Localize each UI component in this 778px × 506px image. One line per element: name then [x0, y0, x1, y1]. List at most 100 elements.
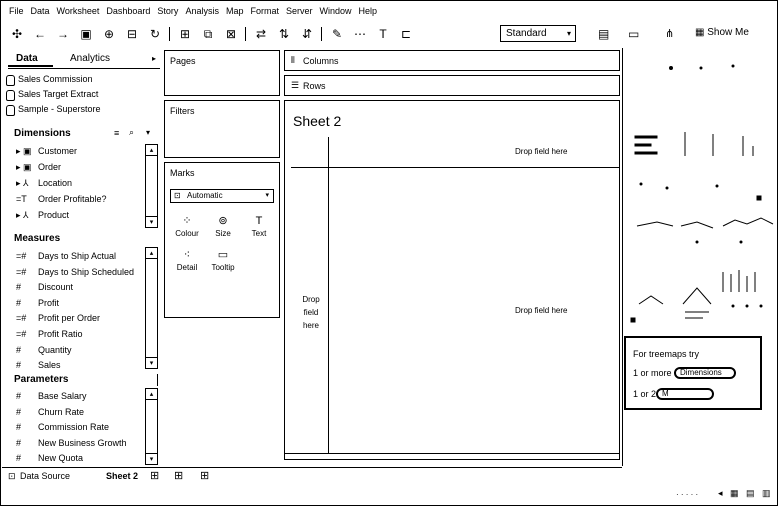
- dimensions-scrollbar[interactable]: ▴ ▾: [145, 144, 158, 228]
- sheet-2-tab[interactable]: Sheet 2: [106, 471, 138, 481]
- tooltip-button[interactable]: ▭ Tooltip: [207, 247, 239, 277]
- field-item[interactable]: Days to Ship Scheduled: [38, 267, 134, 277]
- fit-dropdown[interactable]: Standard ▾: [500, 25, 576, 42]
- tableau-logo-icon[interactable]: ✣: [9, 26, 25, 42]
- measures-scrollbar[interactable]: ▴ ▾: [145, 247, 158, 369]
- view-grid-icon[interactable]: ▦: [730, 488, 739, 499]
- area-discrete-icon: [739, 240, 743, 244]
- menu-item-data[interactable]: Data: [31, 6, 50, 16]
- menu-item-map[interactable]: Map: [226, 6, 244, 16]
- field-item[interactable]: Days to Ship Actual: [38, 251, 116, 261]
- refresh-icon[interactable]: ↻: [147, 26, 163, 42]
- field-type-icon: #: [16, 437, 22, 448]
- menu-item-story[interactable]: Story: [157, 6, 178, 16]
- new-datasource-icon[interactable]: ⊕: [101, 26, 117, 42]
- field-item[interactable]: Customer: [38, 146, 77, 156]
- scroll-down-icon[interactable]: ▾: [146, 216, 157, 227]
- scroll-up-icon[interactable]: ▴: [146, 248, 157, 259]
- field-item[interactable]: Order Profitable?: [38, 194, 107, 204]
- menu-item-help[interactable]: Help: [359, 6, 378, 16]
- view-toggle-icon[interactable]: ≡: [114, 128, 119, 138]
- sort-descending-icon[interactable]: ⇵: [299, 26, 315, 42]
- data-source-item[interactable]: Sales Target Extract: [5, 89, 98, 101]
- scroll-down-icon[interactable]: ▾: [146, 357, 157, 368]
- scroll-up-icon[interactable]: ▴: [146, 389, 157, 400]
- parameters-scrollbar[interactable]: ▴ ▾: [145, 388, 158, 465]
- field-type-icon: #: [16, 282, 22, 293]
- scroll-up-icon[interactable]: ▴: [146, 145, 157, 156]
- new-dashboard-icon[interactable]: ⊞: [174, 469, 183, 482]
- new-story-icon[interactable]: ⊞: [200, 469, 209, 482]
- text-button[interactable]: T Text: [243, 213, 275, 243]
- highlight-icon[interactable]: ✎: [329, 26, 345, 42]
- redo-icon[interactable]: →: [55, 26, 71, 42]
- swap-rows-columns-icon[interactable]: ⇄: [253, 26, 269, 42]
- share-icon[interactable]: ⋔: [665, 27, 674, 40]
- field-item[interactable]: Profit Ratio: [38, 329, 83, 339]
- show-labels-icon[interactable]: T: [375, 26, 391, 42]
- clear-sheet-icon[interactable]: ⊠: [223, 26, 239, 42]
- chevron-down-icon[interactable]: ▾: [146, 128, 150, 137]
- sort-ascending-icon[interactable]: ⇅: [276, 26, 292, 42]
- menu-item-file[interactable]: File: [9, 6, 24, 16]
- field-item[interactable]: Order: [38, 162, 61, 172]
- row-axis-divider: [328, 137, 329, 453]
- field-item[interactable]: Product: [38, 210, 69, 220]
- menu-item-format[interactable]: Format: [250, 6, 279, 16]
- menu-item-dashboard[interactable]: Dashboard: [106, 6, 150, 16]
- view-tabs-icon[interactable]: ▥: [762, 488, 771, 499]
- pause-updates-icon[interactable]: ⊟: [124, 26, 140, 42]
- undo-icon[interactable]: ←: [32, 26, 48, 42]
- detail-button[interactable]: ⁖ Detail: [171, 247, 203, 277]
- field-item[interactable]: Location: [38, 178, 72, 188]
- menu-item-worksheet[interactable]: Worksheet: [57, 6, 100, 16]
- mark-type-dropdown[interactable]: ⊡ Automatic ▾: [170, 189, 274, 203]
- field-item[interactable]: Quantity: [38, 345, 72, 355]
- group-icon[interactable]: ⋯: [352, 26, 368, 42]
- size-button[interactable]: ⊚ Size: [207, 213, 239, 243]
- treemap-hint-title: For treemaps try: [633, 349, 700, 359]
- pane-menu-icon[interactable]: ▸: [152, 50, 156, 67]
- show-me-button[interactable]: ▦ Show Me: [695, 27, 749, 38]
- field-item[interactable]: Profit per Order: [38, 313, 100, 323]
- chart-type-gallery[interactable]: [627, 56, 777, 340]
- data-source-tab[interactable]: Data Source: [20, 471, 70, 481]
- field-item[interactable]: Churn Rate: [38, 407, 84, 417]
- fix-axes-icon[interactable]: ⊏: [398, 26, 414, 42]
- data-source-item[interactable]: Sales Commission: [6, 74, 93, 86]
- tab-analytics[interactable]: Analytics: [70, 50, 110, 67]
- menu-item-analysis[interactable]: Analysis: [185, 6, 219, 16]
- sheet-tab-bar: ⊡ Data Source Sheet 2 ⊞ ⊞ ⊞: [2, 468, 622, 486]
- duplicate-sheet-icon[interactable]: ⧉: [200, 26, 216, 42]
- field-item[interactable]: Discount: [38, 282, 73, 292]
- new-worksheet-icon[interactable]: ⊞: [177, 26, 193, 42]
- pages-card[interactable]: Pages: [164, 50, 280, 96]
- presentation-mode-icon[interactable]: ▭: [628, 27, 639, 41]
- filters-card[interactable]: Filters: [164, 100, 280, 158]
- field-item[interactable]: Base Salary: [38, 391, 87, 401]
- data-source-item[interactable]: Sample - Superstore: [6, 104, 101, 116]
- columns-shelf[interactable]: ⫴ Columns: [284, 50, 620, 71]
- field-item[interactable]: Sales: [38, 360, 61, 370]
- tab-data[interactable]: Data: [8, 50, 53, 67]
- show-me-label: Show Me: [707, 27, 749, 38]
- field-item[interactable]: New Quota: [38, 453, 83, 463]
- field-item[interactable]: New Business Growth: [38, 438, 127, 448]
- menu-item-window[interactable]: Window: [320, 6, 352, 16]
- show-cards-icon[interactable]: ▤: [598, 27, 609, 41]
- field-item[interactable]: Profit: [38, 298, 59, 308]
- drop-zone-rows[interactable]: Drop field here: [299, 293, 323, 332]
- nav-first-icon[interactable]: ◂: [718, 488, 723, 499]
- sheet-view[interactable]: Sheet 2 Drop field here Drop field here …: [284, 100, 620, 460]
- menu-item-server[interactable]: Server: [286, 6, 313, 16]
- save-icon[interactable]: ▣: [78, 26, 94, 42]
- field-item[interactable]: Commission Rate: [38, 422, 109, 432]
- rows-shelf[interactable]: ☰ Rows: [284, 75, 620, 96]
- search-icon[interactable]: ⌕: [129, 127, 134, 138]
- drop-zone-columns[interactable]: Drop field here: [515, 147, 567, 156]
- colour-button[interactable]: ⁘ Colour: [171, 213, 203, 243]
- view-filmstrip-icon[interactable]: ▤: [746, 488, 755, 499]
- scroll-down-icon[interactable]: ▾: [146, 453, 157, 464]
- drop-zone-view[interactable]: Drop field here: [515, 306, 567, 315]
- new-worksheet-icon[interactable]: ⊞: [150, 469, 159, 482]
